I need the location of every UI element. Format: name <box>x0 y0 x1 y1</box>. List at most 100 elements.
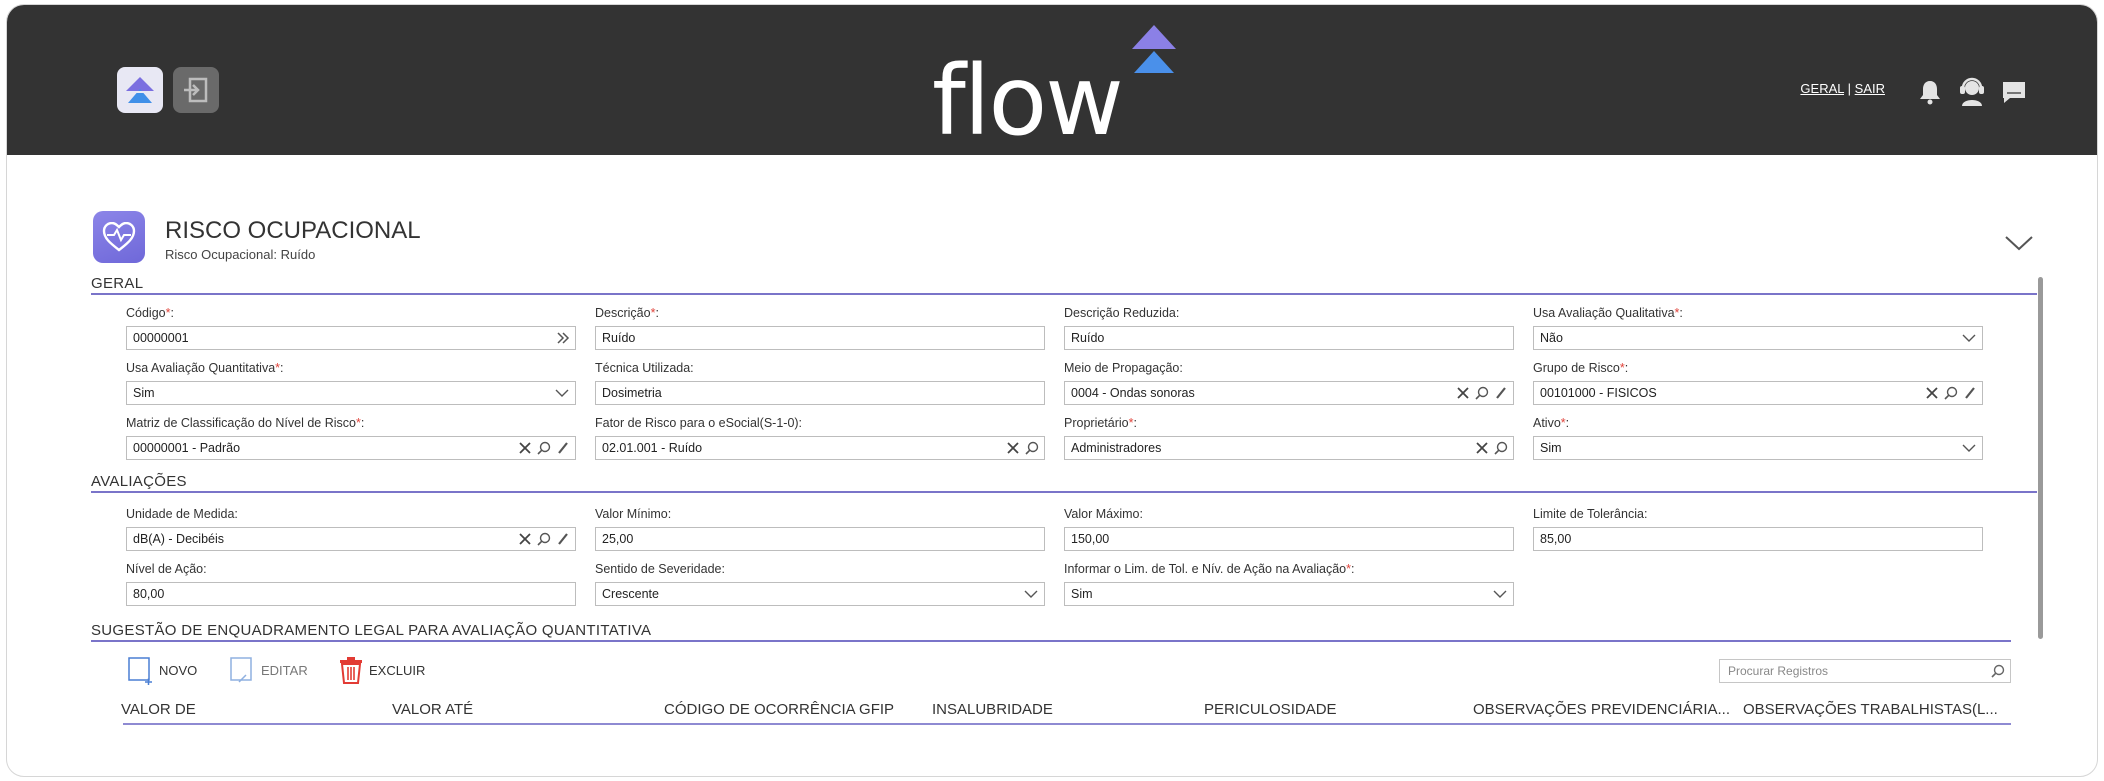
limite-tolerancia-input[interactable]: 85,00 <box>1533 527 1983 551</box>
field-proprietario: Proprietário*: Administradores <box>1064 415 1514 460</box>
editar-button[interactable]: EDITAR <box>227 655 308 685</box>
matriz-label: Matriz de Classificação do Nível de Risc… <box>126 416 356 430</box>
edit-document-icon <box>230 657 252 683</box>
tecnica-label: Técnica Utilizada: <box>595 361 694 375</box>
logo-text: flow <box>932 45 1124 157</box>
search-icon[interactable] <box>1990 663 2006 679</box>
field-codigo: Código*: 00000001 <box>126 305 576 350</box>
clear-icon[interactable] <box>1924 385 1940 401</box>
clear-icon[interactable] <box>517 440 533 456</box>
collapse-chevron-icon[interactable] <box>2003 233 2035 253</box>
sentido-severidade-select[interactable]: Crescente <box>595 582 1045 606</box>
search-icon[interactable] <box>1474 385 1490 401</box>
tecnica-input[interactable]: Dosimetria <box>595 381 1045 405</box>
messages-button[interactable] <box>1999 77 2029 107</box>
valor-minimo-input[interactable]: 25,00 <box>595 527 1045 551</box>
required-mark: * <box>355 416 361 430</box>
field-informar-limite: Informar o Lim. de Tol. e Nív. de Ação n… <box>1064 561 1514 606</box>
edit-pencil-icon[interactable] <box>555 531 571 547</box>
search-icon[interactable] <box>1493 440 1509 456</box>
excluir-button[interactable]: EXCLUIR <box>337 655 425 685</box>
exit-icon <box>184 77 208 103</box>
field-sentido-severidade: Sentido de Severidade: Crescente <box>595 561 1045 606</box>
page-subtitle: Risco Ocupacional: Ruído <box>165 247 316 262</box>
field-valor-maximo: Valor Máximo: 150,00 <box>1064 506 1514 551</box>
notifications-button[interactable] <box>1915 77 1945 107</box>
matriz-lookup[interactable]: 00000001 - Padrão <box>126 436 576 460</box>
vertical-scrollbar[interactable] <box>2038 277 2043 639</box>
column-periculosidade[interactable]: PERICULOSIDADE <box>1204 701 1337 718</box>
support-agent-icon <box>1960 77 1984 106</box>
required-mark: * <box>1560 416 1566 430</box>
valor-maximo-input[interactable]: 150,00 <box>1064 527 1514 551</box>
link-sair[interactable]: SAIR <box>1855 81 1885 96</box>
clear-icon[interactable] <box>1455 385 1471 401</box>
column-valor-de[interactable]: VALOR DE <box>121 701 196 718</box>
novo-label: NOVO <box>159 662 198 678</box>
new-document-icon <box>128 657 152 685</box>
column-obs-previdenciaria[interactable]: OBSERVAÇÕES PREVIDENCIÁRIA... <box>1473 701 1730 718</box>
meio-propagacao-lookup[interactable]: 0004 - Ondas sonoras <box>1064 381 1514 405</box>
proprietario-lookup[interactable]: Administradores <box>1064 436 1514 460</box>
tecnica-value: Dosimetria <box>602 386 662 400</box>
descricao-reduzida-value: Ruído <box>1071 331 1105 345</box>
required-mark: * <box>1128 416 1134 430</box>
next-record-icon[interactable] <box>555 330 571 346</box>
chevron-down-icon <box>1024 590 1038 598</box>
descricao-reduzida-input[interactable]: Ruído <box>1064 326 1514 350</box>
column-valor-ate[interactable]: VALOR ATÉ <box>392 701 473 718</box>
proprietario-label: Proprietário <box>1064 416 1129 430</box>
exit-button[interactable] <box>173 67 219 113</box>
descricao-value: Ruído <box>602 331 636 345</box>
informar-limite-select[interactable]: Sim <box>1064 582 1514 606</box>
unidade-lookup[interactable]: dB(A) - Decibéis <box>126 527 576 551</box>
chat-icon <box>2003 82 2025 103</box>
search-icon[interactable] <box>1024 440 1040 456</box>
nivel-acao-input[interactable]: 80,00 <box>126 582 576 606</box>
field-nivel-acao: Nível de Ação: 80,00 <box>126 561 576 606</box>
chevron-down-icon <box>1962 444 1976 452</box>
column-obs-trabalhistas[interactable]: OBSERVAÇÕES TRABALHISTAS(L... <box>1743 701 1998 718</box>
clear-icon[interactable] <box>1474 440 1490 456</box>
novo-button[interactable]: NOVO <box>125 655 197 685</box>
fator-esocial-lookup[interactable]: 02.01.001 - Ruído <box>595 436 1045 460</box>
required-mark: * <box>1619 361 1625 375</box>
link-geral[interactable]: GERAL <box>1800 81 1844 96</box>
required-mark: * <box>650 306 656 320</box>
flow-logo: flow <box>932 25 1192 157</box>
section-avaliacoes-title: AVALIAÇÕES <box>91 473 187 490</box>
ativo-value: Sim <box>1540 441 1562 455</box>
clear-icon[interactable] <box>517 531 533 547</box>
descricao-reduzida-label: Descrição Reduzida: <box>1064 306 1180 320</box>
usa-qualitativa-select[interactable]: Não <box>1533 326 1983 350</box>
usa-quantitativa-label: Usa Avaliação Quantitativa <box>126 361 276 375</box>
search-records-input[interactable]: Procurar Registros <box>1719 659 2011 683</box>
edit-pencil-icon[interactable] <box>1493 385 1509 401</box>
home-button[interactable] <box>117 67 163 113</box>
edit-pencil-icon[interactable] <box>1962 385 1978 401</box>
nivel-acao-value: 80,00 <box>133 587 165 601</box>
descricao-input[interactable]: Ruído <box>595 326 1045 350</box>
excluir-label: EXCLUIR <box>369 662 426 678</box>
usa-quantitativa-select[interactable]: Sim <box>126 381 576 405</box>
chevron-down-icon <box>1962 334 1976 342</box>
clear-icon[interactable] <box>1005 440 1021 456</box>
search-icon[interactable] <box>536 440 552 456</box>
search-icon[interactable] <box>1943 385 1959 401</box>
home-icon <box>126 77 154 103</box>
trash-icon <box>340 657 362 684</box>
column-insalubridade[interactable]: INSALUBRIDADE <box>932 701 1053 718</box>
search-icon[interactable] <box>536 531 552 547</box>
grupo-risco-lookup[interactable]: 00101000 - FISICOS <box>1533 381 1983 405</box>
support-button[interactable] <box>1957 77 1987 107</box>
ativo-select[interactable]: Sim <box>1533 436 1983 460</box>
field-usa-quantitativa: Usa Avaliação Quantitativa*: Sim <box>126 360 576 405</box>
column-codigo-gfip[interactable]: CÓDIGO DE OCORRÊNCIA GFIP <box>664 701 894 718</box>
edit-pencil-icon[interactable] <box>555 440 571 456</box>
codigo-input[interactable]: 00000001 <box>126 326 576 350</box>
required-mark: * <box>1674 306 1680 320</box>
descricao-label: Descrição <box>595 306 651 320</box>
usa-qualitativa-value: Não <box>1540 331 1563 345</box>
top-bar: flow GERAL | SAIR <box>7 5 2097 157</box>
valor-maximo-label: Valor Máximo: <box>1064 507 1143 521</box>
